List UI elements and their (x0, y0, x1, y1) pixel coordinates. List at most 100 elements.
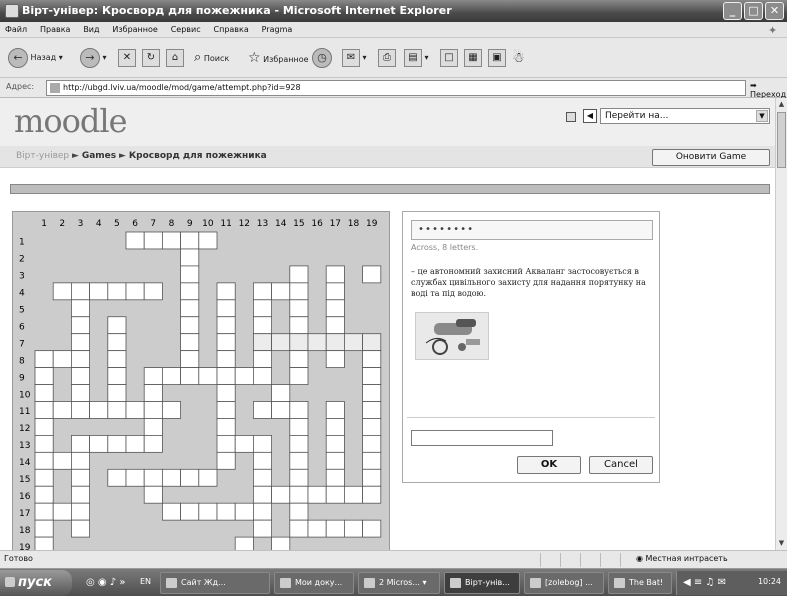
menu-tools[interactable]: Сервис (166, 22, 206, 38)
moodle-logo[interactable]: moodle (14, 102, 128, 140)
crossword-cell[interactable] (252, 350, 272, 368)
crossword-cell[interactable] (71, 316, 91, 335)
crossword-cell[interactable] (362, 468, 382, 487)
crossword-cell[interactable] (71, 468, 91, 487)
task-button[interactable]: 2 Micros... ▾ (358, 572, 440, 594)
tray-icons[interactable]: ◀ ≡ ♫ ✉ (683, 577, 726, 588)
crossword-cell[interactable] (289, 451, 309, 470)
crossword-cell[interactable] (252, 485, 272, 504)
minimize-button[interactable]: _ (723, 2, 742, 20)
crossword-cell-selected[interactable] (325, 333, 345, 352)
window-titlebar[interactable]: Вірт-універ: Кросворд для пожежника - Mi… (0, 0, 787, 22)
crossword-cell[interactable] (107, 350, 127, 368)
crossword-cell[interactable] (107, 434, 127, 453)
crossword-cell[interactable] (34, 401, 54, 419)
print-button[interactable]: ⎙ (378, 46, 396, 70)
crossword-cell[interactable] (71, 299, 91, 318)
crossword-cell[interactable] (52, 401, 72, 419)
crossword-cell[interactable] (107, 282, 127, 301)
crossword-cell[interactable] (34, 502, 54, 521)
crossword-cell[interactable] (34, 418, 54, 436)
back-button[interactable]: ← Назад ▾ (8, 46, 63, 70)
crossword-cell[interactable] (289, 502, 309, 521)
crossword-cell[interactable] (107, 333, 127, 352)
crossword-cell[interactable] (198, 502, 218, 521)
crossword-cell[interactable] (325, 468, 345, 487)
crossword-cell[interactable] (216, 367, 236, 385)
maximize-button[interactable]: □ (744, 2, 763, 20)
crossword-cell[interactable] (216, 350, 236, 368)
crossword-cell[interactable] (89, 434, 109, 453)
crossword-cell[interactable] (198, 231, 218, 250)
crossword-cell-selected[interactable] (271, 333, 291, 352)
crossword-cell[interactable] (52, 451, 72, 470)
crossword-cell[interactable] (34, 519, 54, 538)
edit-button[interactable]: ▤ ▾ (404, 46, 429, 70)
crossword-cell[interactable] (143, 282, 163, 301)
crossword-cell-selected[interactable] (252, 333, 272, 352)
crossword-cell[interactable] (161, 502, 181, 521)
scroll-up-icon[interactable]: ▲ (777, 99, 786, 110)
crossword-cell[interactable] (71, 451, 91, 470)
crossword-cell[interactable] (325, 434, 345, 453)
crossword-cell[interactable] (180, 231, 200, 250)
crossword-cell[interactable] (289, 367, 309, 385)
crossword-cell[interactable] (216, 401, 236, 419)
crossword-cell[interactable] (34, 384, 54, 402)
crossword-cell[interactable] (180, 502, 200, 521)
crossword-cell[interactable] (143, 384, 163, 402)
crossword-cell[interactable] (234, 536, 254, 550)
crossword-cell[interactable] (71, 367, 91, 385)
crossword-cell[interactable] (143, 367, 163, 385)
crossword-cell[interactable] (216, 384, 236, 402)
crossword-cell[interactable] (362, 350, 382, 368)
crossword-cell[interactable] (71, 485, 91, 504)
forward-button[interactable]: → ▾ (80, 46, 107, 70)
cancel-button[interactable]: Cancel (589, 456, 653, 474)
breadcrumb-home-link[interactable]: Вірт-універ (16, 151, 69, 161)
ok-button[interactable]: OK (517, 456, 581, 474)
vertical-scrollbar[interactable]: ▲ ▼ (775, 98, 787, 550)
crossword-cell[interactable] (161, 367, 181, 385)
crossword-cell[interactable] (307, 485, 327, 504)
crossword-cell[interactable] (34, 451, 54, 470)
crossword-cell[interactable] (125, 468, 145, 487)
crossword-cell[interactable] (325, 282, 345, 301)
crossword-cell[interactable] (125, 282, 145, 301)
crossword-cell[interactable] (107, 316, 127, 335)
menu-view[interactable]: Вид (78, 22, 104, 38)
crossword-cell[interactable] (89, 282, 109, 301)
jump-to-select[interactable]: Перейти на... ▼ (600, 108, 770, 124)
crossword-cell[interactable] (34, 367, 54, 385)
crossword-cell[interactable] (180, 333, 200, 352)
task-button-active[interactable]: Вірт-унів... (444, 572, 520, 594)
crossword-cell[interactable] (216, 299, 236, 318)
close-button[interactable]: ✕ (765, 2, 784, 20)
crossword-cell-selected[interactable] (362, 333, 382, 352)
crossword-cell[interactable] (289, 316, 309, 335)
crossword-cell[interactable] (71, 350, 91, 368)
crossword-grid[interactable]: 1 2 3 4 5 6 7 8 9 10 11 12 13 14 15 16 17 18 1912345678910… (13, 212, 391, 550)
stop-button[interactable]: ✕ (118, 46, 136, 70)
crossword-cell[interactable] (234, 434, 254, 453)
crossword-cell[interactable] (289, 299, 309, 318)
crossword-cell[interactable] (107, 468, 127, 487)
crossword-cell[interactable] (271, 384, 291, 402)
crossword-cell[interactable] (180, 248, 200, 267)
crossword-cell[interactable] (325, 350, 345, 368)
crossword-cell[interactable] (289, 282, 309, 301)
crossword-cell[interactable] (180, 299, 200, 318)
crossword-cell[interactable] (289, 485, 309, 504)
crossword-cell[interactable] (143, 401, 163, 419)
history-button[interactable]: ◷ (312, 46, 332, 70)
nav-back-button[interactable]: ◀ (583, 109, 597, 123)
address-input[interactable]: http://ubgd.lviv.ua/moodle/mod/game/atte… (46, 80, 746, 96)
crossword-cell[interactable] (289, 519, 309, 538)
menu-favorites[interactable]: Избранное (107, 22, 162, 38)
answer-input[interactable] (411, 430, 553, 446)
crossword-cell[interactable] (125, 231, 145, 250)
crossword-cell[interactable] (71, 519, 91, 538)
crossword-cell[interactable] (180, 316, 200, 335)
crossword-cell[interactable] (107, 367, 127, 385)
crossword-cell[interactable] (161, 468, 181, 487)
